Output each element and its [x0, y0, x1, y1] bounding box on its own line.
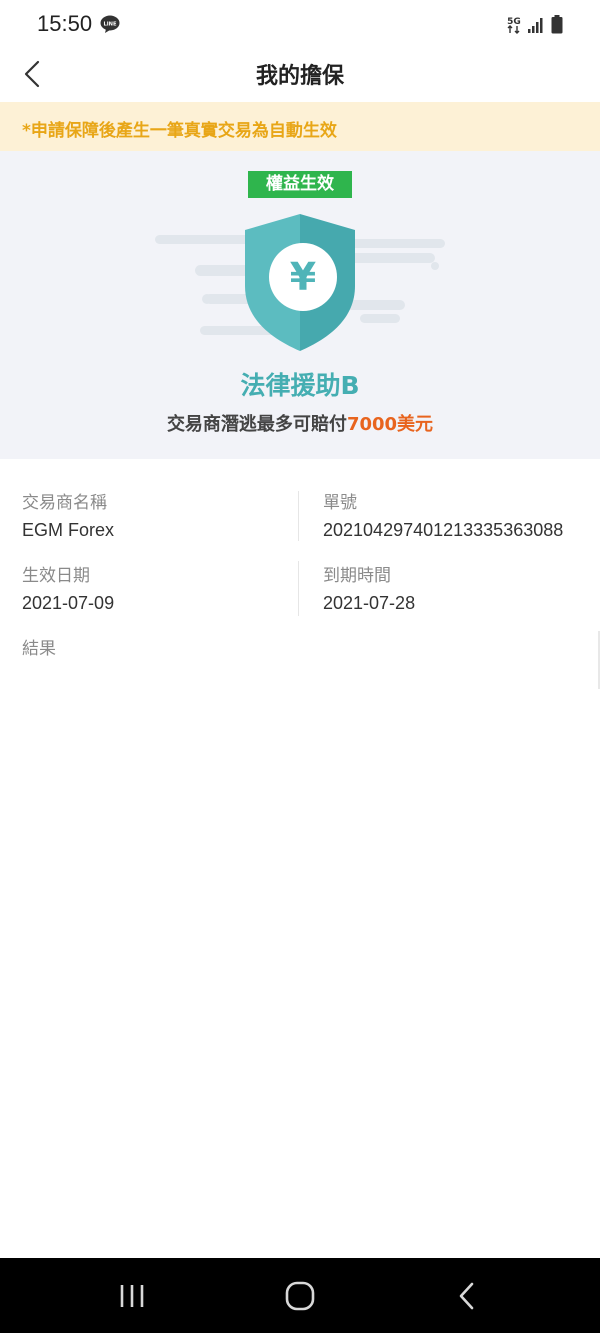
end-date-value: 2021-07-28 — [323, 593, 416, 613]
system-back-button[interactable] — [450, 1278, 486, 1314]
recent-apps-icon — [120, 1285, 144, 1307]
start-date-label: 生效日期 — [22, 566, 90, 586]
result-label: 結果 — [22, 639, 56, 659]
payout-prefix: 交易商潛逃最多可賠付 — [166, 414, 347, 435]
back-chevron-icon — [459, 1282, 474, 1310]
system-nav-bar — [0, 1258, 600, 1333]
payout-description: 交易商潛逃最多可賠付7000美元 — [0, 410, 600, 436]
order-value: 20210429740121333536308​8 — [323, 520, 564, 540]
network-5g-icon: 5G — [507, 17, 521, 34]
end-date-label: 到期時間 — [323, 566, 391, 586]
column-divider — [298, 491, 299, 541]
battery-icon — [551, 15, 563, 34]
status-badge: 權益生效 — [248, 171, 352, 198]
broker-label: 交易商名稱 — [22, 493, 107, 513]
column-divider — [298, 561, 299, 616]
recent-apps-button[interactable] — [114, 1278, 150, 1314]
line-badge-text: LINE — [103, 22, 117, 28]
order-label: 單號 — [323, 493, 357, 513]
status-time: 15:50 — [37, 11, 93, 36]
home-icon — [285, 1281, 315, 1311]
line-app-icon: LINE — [100, 15, 120, 33]
page-title: 我的擔保 — [255, 64, 344, 89]
status-bar: 15:50 LINE 5G — [0, 0, 600, 48]
header: 我的擔保 — [0, 48, 600, 102]
payout-amount: 7000美元 — [346, 414, 434, 435]
shield-illustration: ¥ — [155, 214, 445, 351]
broker-value: EGM Forex — [22, 520, 115, 540]
notice-text: *申請保障後產生一筆真實交易為自動生效 — [22, 121, 337, 141]
network-label: 5G — [507, 17, 521, 27]
home-button[interactable] — [282, 1278, 318, 1314]
notice-banner: *申請保障後產生一筆真實交易為自動生效 — [0, 102, 600, 151]
signal-icon — [528, 18, 543, 33]
coverage-hero: 權益生效 ¥ 法律援助B 交易商潛逃最多可賠付7000美元 — [0, 151, 600, 459]
start-date-value: 2021-07-09 — [22, 593, 115, 613]
plan-name: 法律援助B — [240, 371, 360, 400]
yen-icon: ¥ — [290, 255, 316, 299]
